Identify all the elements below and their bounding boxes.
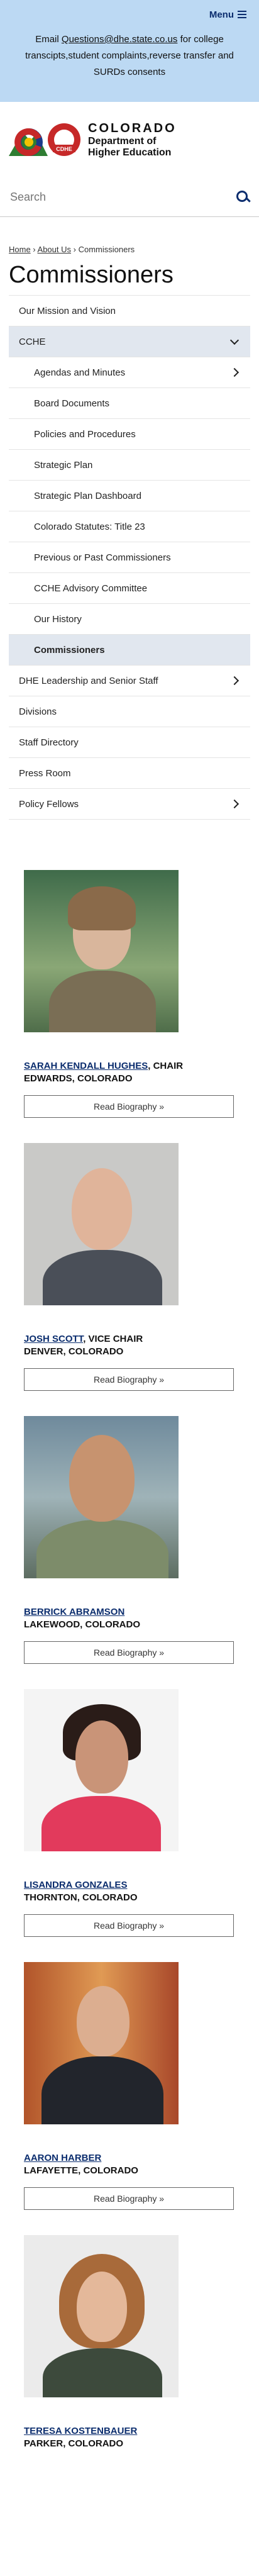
nav-item-label: CCHE [19,336,46,347]
nav-item-divisions[interactable]: Divisions [9,696,250,727]
commissioner-card: AARON HARBER LAFAYETTE, COLORADO Read Bio… [24,1962,235,2235]
search-icon[interactable] [235,189,250,204]
nav-item-commissioners[interactable]: Commissioners [9,635,250,666]
nav-item-policies[interactable]: Policies and Procedures [9,419,250,450]
commissioner-location: PARKER, COLORADO [24,2438,124,2449]
menu-button[interactable]: Menu [209,9,246,20]
commissioner-name-link[interactable]: JOSH SCOTT [24,1334,83,1344]
read-biography-button[interactable]: Read Biography » [24,2187,234,2210]
commissioner-name: TERESA KOSTENBAUER PARKER, COLORADO [24,2425,235,2450]
commissioner-card: BERRICK ABRAMSON LAKEWOOD, COLORADO Read … [24,1416,235,1689]
nav-item-advisory-committee[interactable]: CCHE Advisory Committee [9,573,250,604]
notice-email-link[interactable]: Questions@dhe.state.co.us [62,34,178,45]
nav-item-label: Previous or Past Commissioners [34,552,171,563]
section-nav: Our Mission and Vision CCHE Agendas and … [9,295,250,820]
nav-item-agendas[interactable]: Agendas and Minutes [9,357,250,388]
notice-text: Email Questions@dhe.state.co.us for coll… [9,31,250,81]
breadcrumb: Home › About Us › Commissioners [9,245,135,254]
logo-seal-text: CDHE [56,146,72,152]
nav-item-label: Press Room [19,767,71,779]
commissioner-name: BERRICK ABRAMSON LAKEWOOD, COLORADO [24,1606,235,1631]
commissioner-name-link[interactable]: TERESA KOSTENBAUER [24,2426,137,2436]
page-title: Commissioners [9,262,174,288]
commissioner-card: TERESA KOSTENBAUER PARKER, COLORADO [24,2235,235,2508]
nav-item-label: Staff Directory [19,737,79,748]
commissioner-location: DENVER, COLORADO [24,1346,124,1357]
commissioner-name-link[interactable]: AARON HARBER [24,2153,101,2163]
nav-item-label: Colorado Statutes: Title 23 [34,521,145,532]
nav-item-label: Policies and Procedures [34,428,136,440]
nav-item-strategic-dashboard[interactable]: Strategic Plan Dashboard [9,481,250,511]
chevron-down-icon [229,335,240,345]
top-notice-bar: Menu Email Questions@dhe.state.co.us for… [0,0,259,102]
nav-item-board-documents[interactable]: Board Documents [9,388,250,419]
nav-item-cche[interactable]: CCHE [9,326,250,357]
nav-item-label: Board Documents [34,398,110,409]
nav-item-label: Policy Fellows [19,798,79,810]
commissioner-role: , VICE CHAIR [83,1334,143,1344]
nav-item-mission[interactable]: Our Mission and Vision [9,296,250,326]
nav-item-leadership[interactable]: DHE Leadership and Senior Staff [9,666,250,696]
commissioner-location: THORNTON, COLORADO [24,1892,138,1903]
nav-item-label: Divisions [19,706,57,717]
nav-item-press-room[interactable]: Press Room [9,758,250,789]
read-biography-button[interactable]: Read Biography » [24,1914,234,1937]
commissioner-role: , CHAIR [148,1061,184,1071]
breadcrumb-current: Commissioners [78,245,135,254]
commissioner-card: LISANDRA GONZALES THORNTON, COLORADO Read… [24,1689,235,1962]
commissioners-list: SARAH KENDALL HUGHES, CHAIR EDWARDS, COLO… [0,870,259,2508]
commissioner-photo [24,1689,179,1851]
menu-label: Menu [209,9,234,20]
site-logo[interactable]: CDHE COLORADO Department of Higher Educa… [0,102,259,177]
search-input[interactable] [9,189,200,204]
nav-item-strategic-plan[interactable]: Strategic Plan [9,450,250,481]
cdhe-logo-icon: CDHE [9,120,83,160]
commissioner-photo [24,1962,179,2124]
commissioner-name-link[interactable]: SARAH KENDALL HUGHES [24,1061,148,1071]
search-bar [0,177,259,217]
chevron-right-icon [229,799,240,809]
nav-item-history[interactable]: Our History [9,604,250,635]
commissioner-location: LAFAYETTE, COLORADO [24,2165,138,2176]
logo-line-2: Higher Education [88,147,172,158]
logo-title: COLORADO [88,121,177,135]
commissioner-photo [24,2235,179,2397]
nav-item-label: Commissioners [34,644,105,655]
commissioner-photo [24,1416,179,1578]
nav-item-policy-fellows[interactable]: Policy Fellows [9,789,250,820]
nav-item-label: DHE Leadership and Senior Staff [19,675,158,686]
nav-item-staff-directory[interactable]: Staff Directory [9,727,250,758]
nav-item-label: CCHE Advisory Committee [34,583,148,594]
breadcrumb-about[interactable]: About Us [38,245,71,254]
logo-text: COLORADO Department of Higher Education [88,121,177,159]
chevron-right-icon [229,676,240,686]
commissioner-name: LISANDRA GONZALES THORNTON, COLORADO [24,1879,235,1904]
nav-item-label: Our Mission and Vision [19,305,116,316]
nav-item-label: Our History [34,613,82,625]
read-biography-button[interactable]: Read Biography » [24,1641,234,1664]
nav-item-statutes[interactable]: Colorado Statutes: Title 23 [9,511,250,542]
nav-item-past-commissioners[interactable]: Previous or Past Commissioners [9,542,250,573]
read-biography-button[interactable]: Read Biography » [24,1368,234,1391]
notice-prefix: Email [35,34,62,45]
chevron-right-icon [229,367,240,377]
commissioner-photo [24,870,179,1032]
commissioner-name-link[interactable]: BERRICK ABRAMSON [24,1607,124,1617]
commissioner-location: LAKEWOOD, COLORADO [24,1619,140,1630]
read-biography-button[interactable]: Read Biography » [24,1095,234,1118]
commissioner-name-link[interactable]: LISANDRA GONZALES [24,1880,127,1890]
commissioner-location: EDWARDS, COLORADO [24,1073,133,1084]
logo-line-1: Department of [88,135,157,147]
commissioner-photo [24,1143,179,1305]
breadcrumb-home[interactable]: Home [9,245,31,254]
commissioner-name: AARON HARBER LAFAYETTE, COLORADO [24,2152,235,2177]
commissioner-card: JOSH SCOTT, VICE CHAIR DENVER, COLORADO R… [24,1143,235,1416]
nav-item-label: Strategic Plan Dashboard [34,490,141,501]
commissioner-name: SARAH KENDALL HUGHES, CHAIR EDWARDS, COLO… [24,1060,235,1085]
nav-item-label: Agendas and Minutes [34,367,126,378]
commissioner-card: SARAH KENDALL HUGHES, CHAIR EDWARDS, COLO… [24,870,235,1143]
hamburger-icon [238,9,246,20]
nav-item-label: Strategic Plan [34,459,93,471]
commissioner-name: JOSH SCOTT, VICE CHAIR DENVER, COLORADO [24,1333,235,1358]
